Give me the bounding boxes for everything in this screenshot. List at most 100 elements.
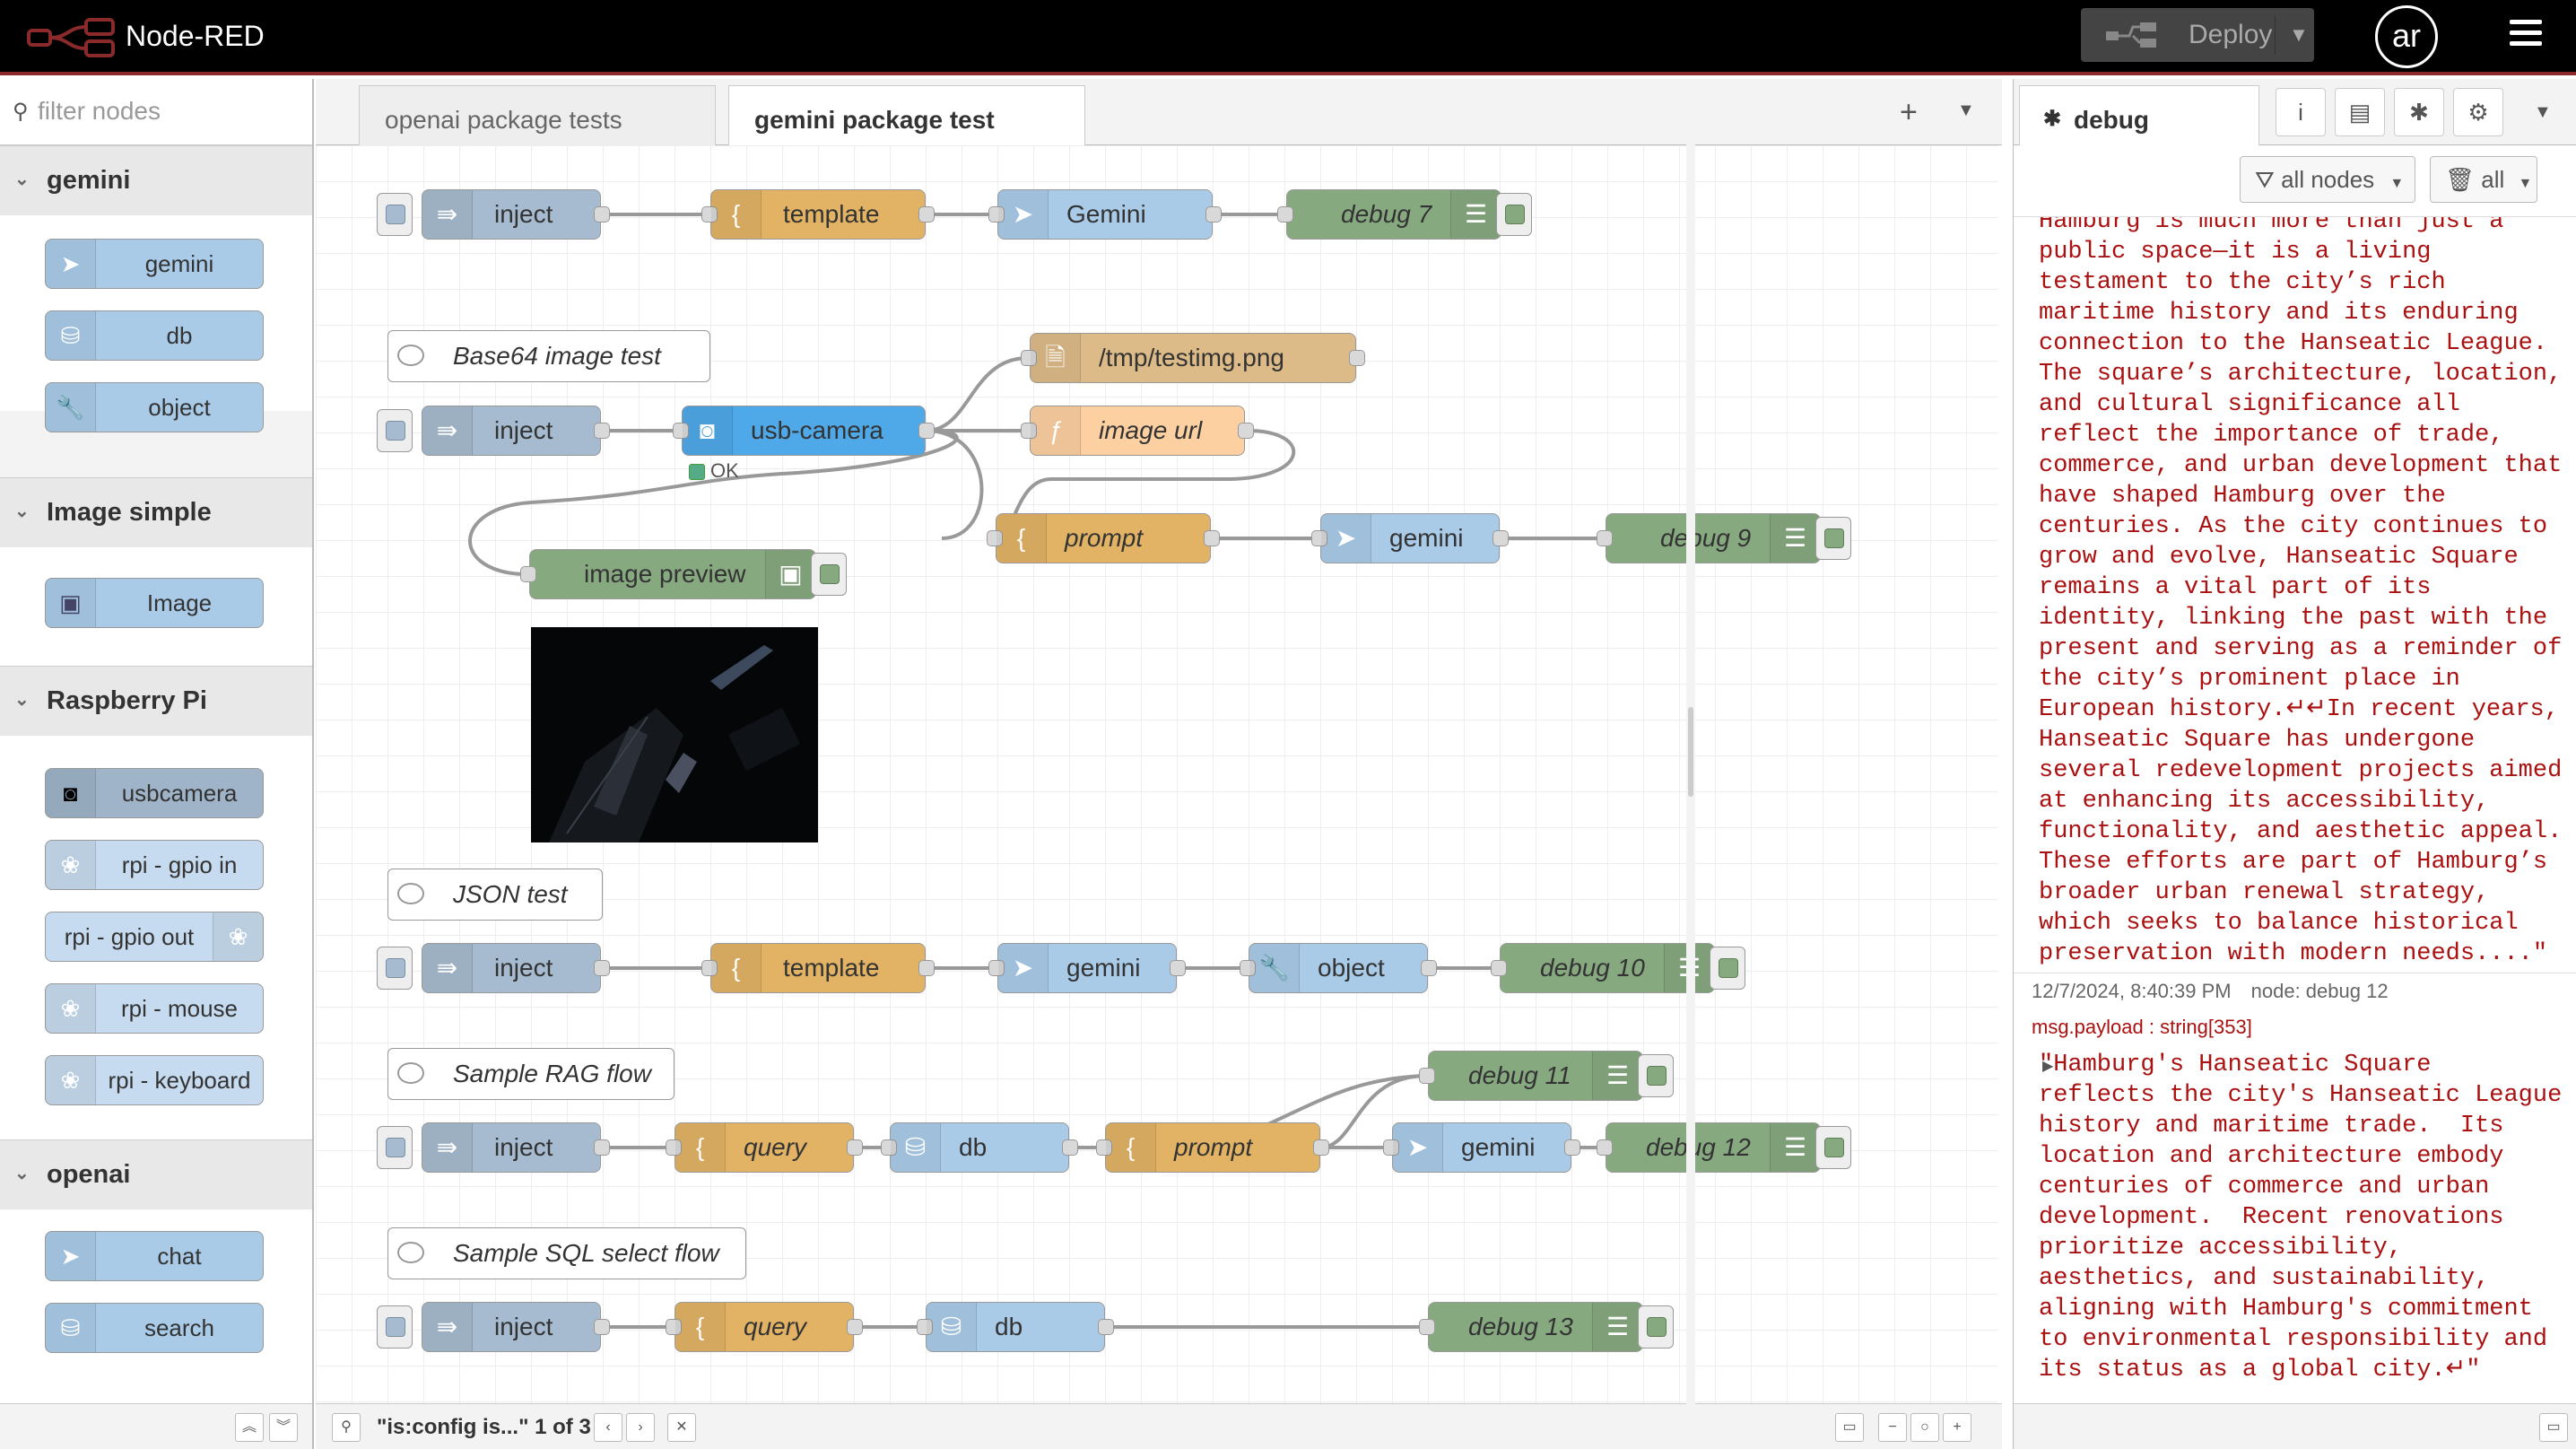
deploy-button[interactable]: Deploy ▼ [2081, 8, 2314, 62]
query-template-node[interactable]: {query [666, 1122, 863, 1173]
output-port[interactable] [1349, 350, 1365, 366]
output-port[interactable] [918, 960, 935, 976]
output-port[interactable] [1098, 1319, 1114, 1335]
comment-node[interactable]: Base64 image test [387, 330, 710, 382]
inject-node[interactable]: ⇛ inject [422, 189, 610, 240]
input-port[interactable] [1597, 1139, 1613, 1156]
function-node[interactable]: ƒ image url [1021, 406, 1254, 456]
inject-trigger-button[interactable] [377, 947, 413, 990]
search-icon[interactable]: ⚲ [332, 1413, 361, 1442]
palette-node-db[interactable]: ⛁ db [45, 310, 264, 361]
template-node[interactable]: {template [701, 943, 935, 993]
template-node[interactable]: {template [701, 189, 935, 240]
palette-node-gemini[interactable]: ➤ gemini [45, 239, 264, 289]
output-port[interactable] [1204, 530, 1220, 546]
image-preview-node[interactable]: image preview ▣ [520, 549, 816, 599]
file-node[interactable]: 🗎 /tmp/testimg.png [1021, 333, 1365, 383]
inject-node[interactable]: ⇛ inject [422, 406, 610, 456]
zoom-in-icon[interactable]: + [1943, 1413, 1971, 1442]
debug-node[interactable]: debug 12 ☰ [1597, 1122, 1821, 1173]
add-flow-plus-icon[interactable]: + [1900, 95, 1918, 130]
debug-toggle-button[interactable] [1638, 1305, 1674, 1349]
comment-node[interactable]: Sample SQL select flow [387, 1227, 746, 1279]
user-avatar[interactable]: ar [2375, 5, 2438, 68]
input-port[interactable] [1419, 1068, 1435, 1084]
input-port[interactable] [1597, 530, 1613, 546]
flow-canvas[interactable]: ⇛ inject {template ➤ Gemini debug 7 ☰ Base6… [316, 145, 1998, 1403]
debug-toggle-button[interactable] [1638, 1054, 1674, 1097]
output-port[interactable] [1313, 1139, 1329, 1156]
monitor-icon[interactable]: ▭ [2539, 1413, 2568, 1442]
main-menu-hamburger-icon[interactable] [2510, 20, 2542, 48]
debug-node[interactable]: debug 7 ☰ [1277, 189, 1501, 240]
palette-node-rpi-gpio-out[interactable]: rpi - gpio out ❀ [45, 912, 264, 962]
debug-filter-dropdown[interactable]: ⛛ all nodes ▼ [2240, 156, 2415, 203]
palette-node-search[interactable]: ⛁ search [45, 1303, 264, 1353]
input-port[interactable] [1277, 206, 1293, 223]
palette-node-rpi-keyboard[interactable]: ❀ rpi - keyboard [45, 1055, 264, 1105]
chevron-right-icon[interactable]: › [626, 1413, 655, 1442]
output-port[interactable] [594, 1139, 610, 1156]
debug-toggle-button[interactable] [1496, 193, 1532, 236]
navigator-map-icon[interactable]: ▭ [1835, 1413, 1864, 1442]
prompt-template-node[interactable]: {prompt [1096, 1122, 1329, 1173]
debug-messages[interactable]: Hamburg is much more than just a public … [2014, 217, 2576, 1403]
output-port[interactable] [594, 423, 610, 439]
debug-node[interactable]: debug 11 ☰ [1419, 1051, 1643, 1101]
db-node[interactable]: ⛁ db [917, 1302, 1114, 1352]
input-port[interactable] [1491, 960, 1507, 976]
gemini-node[interactable]: ➤ Gemini [988, 189, 1222, 240]
output-port[interactable] [1421, 960, 1437, 976]
output-port[interactable] [1564, 1139, 1580, 1156]
clear-debug-dropdown[interactable]: 🗑 all ▼ [2430, 156, 2537, 203]
zoom-out-icon[interactable]: − [1878, 1413, 1907, 1442]
gear-icon[interactable]: ⚙ [2453, 88, 2503, 136]
debug-node[interactable]: debug 9 ☰ [1597, 513, 1821, 563]
debug-toggle-button[interactable] [1815, 1126, 1851, 1169]
palette-node-image[interactable]: ▣ Image [45, 578, 264, 628]
output-port[interactable] [1238, 423, 1254, 439]
preview-toggle-button[interactable] [811, 553, 847, 596]
debug-toggle-button[interactable] [1815, 517, 1851, 560]
close-icon[interactable]: ✕ [667, 1413, 696, 1442]
gemini-node[interactable]: ➤ gemini [988, 943, 1186, 993]
palette-node-usbcamera[interactable]: ◙ usbcamera [45, 768, 264, 818]
palette-category-raspberry-pi[interactable]: ⌄ Raspberry Pi [0, 666, 312, 736]
query-template-node[interactable]: {query [666, 1302, 863, 1352]
inject-trigger-button[interactable] [377, 1126, 413, 1169]
gemini-node[interactable]: ➤ gemini [1311, 513, 1509, 563]
palette-node-chat[interactable]: ➤ chat [45, 1231, 264, 1281]
tab-gemini-package-test[interactable]: gemini package test [728, 85, 1085, 146]
palette-filter-field[interactable]: ⚲ filter nodes [0, 79, 312, 145]
gemini-node[interactable]: ➤ gemini [1383, 1122, 1580, 1173]
palette-category-image-simple[interactable]: ⌄ Image simple [0, 477, 312, 547]
output-port[interactable] [594, 960, 610, 976]
flow-list-caret-icon[interactable]: ▼ [1957, 100, 1975, 121]
comment-node[interactable]: JSON test [387, 869, 603, 921]
inject-node[interactable]: ⇛ inject [422, 943, 610, 993]
output-port[interactable] [594, 1319, 610, 1335]
debug-node[interactable]: debug 13 ☰ [1419, 1302, 1643, 1352]
inject-trigger-button[interactable] [377, 193, 413, 236]
zoom-reset-icon[interactable]: ○ [1910, 1413, 1939, 1442]
palette-node-rpi-mouse[interactable]: ❀ rpi - mouse [45, 983, 264, 1034]
palette-node-rpi-gpio-in[interactable]: ❀ rpi - gpio in [45, 840, 264, 890]
debug-toggle-button[interactable] [1710, 947, 1745, 990]
output-port[interactable] [594, 206, 610, 223]
book-icon[interactable]: ▤ [2335, 88, 2385, 136]
inject-node[interactable]: ⇛ inject [422, 1302, 610, 1352]
palette-category-openai[interactable]: ⌄ openai [0, 1139, 312, 1209]
debug-node[interactable]: debug 10☰ [1491, 943, 1715, 993]
output-port[interactable] [847, 1139, 863, 1156]
inject-trigger-button[interactable] [377, 409, 413, 452]
object-node[interactable]: 🔧 object [1240, 943, 1437, 993]
prompt-template-node[interactable]: {prompt [987, 513, 1220, 563]
input-port[interactable] [520, 566, 536, 582]
input-port[interactable] [1419, 1319, 1435, 1335]
sidebar-menu-caret-icon[interactable]: ▼ [2534, 102, 2552, 123]
output-port[interactable] [1170, 960, 1186, 976]
sidebar-splitter[interactable] [1686, 79, 1695, 1449]
output-port[interactable] [918, 423, 935, 439]
bug-icon[interactable]: ✱ [2394, 88, 2444, 136]
output-port[interactable] [918, 206, 935, 223]
